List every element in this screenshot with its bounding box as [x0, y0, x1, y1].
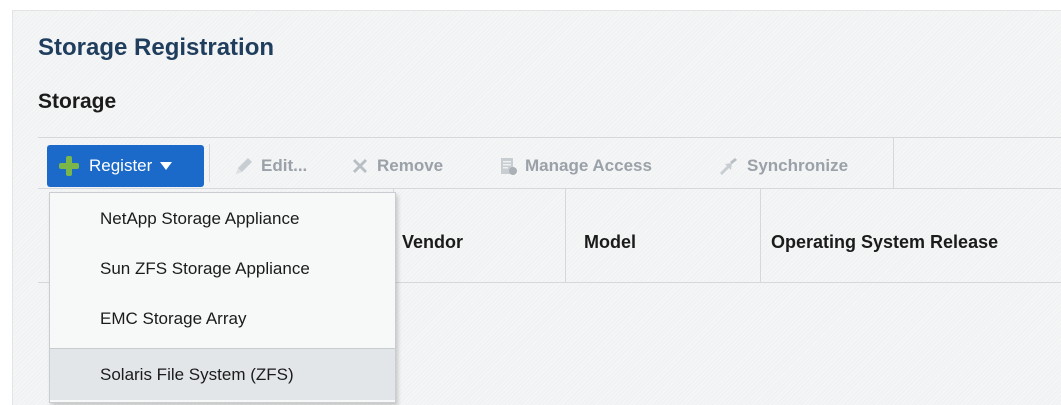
remove-button[interactable]: Remove	[349, 153, 443, 179]
menu-item-emc[interactable]: EMC Storage Array	[50, 296, 395, 342]
manage-access-icon	[501, 158, 517, 175]
column-header-model[interactable]: Model	[584, 232, 636, 253]
section-title: Storage	[38, 90, 117, 113]
toolbar-divider	[209, 144, 210, 182]
page-title: Storage Registration	[38, 34, 275, 61]
synchronize-icon	[720, 158, 737, 175]
toolbar-divider	[893, 138, 894, 188]
menu-item-label: Solaris File System (ZFS)	[100, 364, 294, 384]
synchronize-button[interactable]: Synchronize	[717, 153, 848, 179]
column-header-os-release[interactable]: Operating System Release	[771, 232, 998, 253]
register-button-label: Register	[89, 156, 153, 175]
chevron-down-icon	[160, 162, 173, 170]
menu-item-label: Sun ZFS Storage Appliance	[100, 259, 310, 278]
manage-access-button-label: Manage Access	[525, 156, 652, 175]
manage-access-button[interactable]: Manage Access	[497, 153, 652, 179]
register-dropdown-menu: NetApp Storage Appliance Sun ZFS Storage…	[49, 192, 396, 403]
menu-item-sun-zfs[interactable]: Sun ZFS Storage Appliance	[50, 246, 395, 292]
register-button[interactable]: Register	[47, 145, 204, 187]
synchronize-button-label: Synchronize	[747, 156, 849, 175]
remove-button-label: Remove	[377, 156, 444, 175]
pencil-icon	[236, 158, 252, 174]
edit-button[interactable]: Edit...	[233, 153, 307, 179]
plus-icon	[57, 154, 81, 178]
edit-button-label: Edit...	[261, 156, 308, 175]
menu-item-solaris-zfs[interactable]: Solaris File System (ZFS)	[50, 348, 395, 400]
column-divider	[565, 188, 566, 282]
menu-item-label: EMC Storage Array	[100, 309, 247, 328]
column-header-vendor[interactable]: Vendor	[402, 232, 463, 253]
column-divider	[760, 188, 761, 282]
menu-item-netapp[interactable]: NetApp Storage Appliance	[50, 196, 395, 242]
close-icon	[353, 159, 367, 173]
menu-item-label: NetApp Storage Appliance	[100, 209, 300, 228]
